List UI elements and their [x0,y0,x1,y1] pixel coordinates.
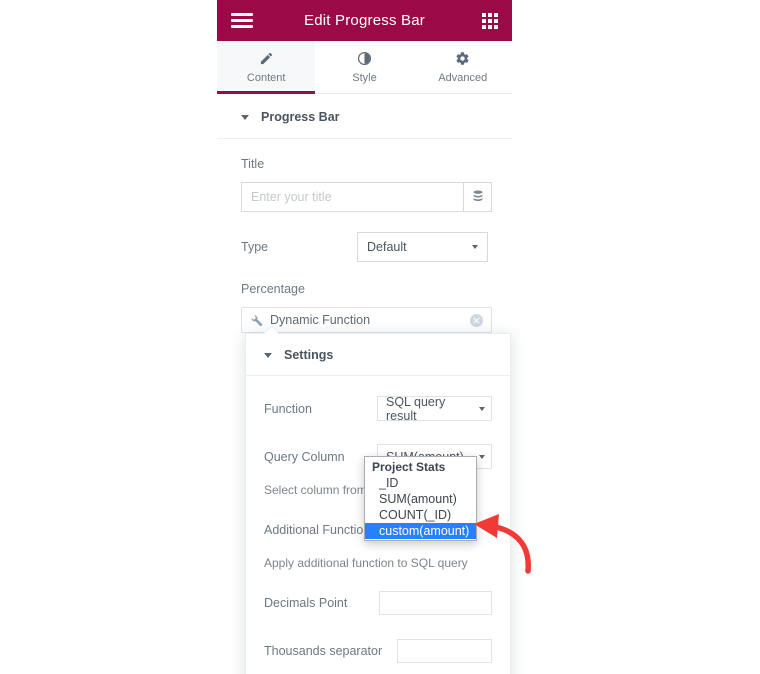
type-field-label: Type [241,240,269,254]
section-title: Progress Bar [261,110,340,124]
dynamic-function-value: Dynamic Function [270,313,371,327]
tab-content-label: Content [246,71,286,84]
percentage-field-block: Percentage Dynamic Function [217,262,512,333]
screenshot-root: Edit Progress Bar Content Style Advanced… [0,0,760,674]
caret-down-icon [241,114,249,120]
additional-function-hint: Apply additional function to SQL query [264,556,468,570]
decimals-point-label: Decimals Point [264,595,348,610]
database-icon[interactable] [463,182,492,212]
function-label: Function [264,401,312,416]
editor-tabs: Content Style Advanced [217,41,512,94]
thousands-separator-label: Thousands separator [264,643,383,658]
tab-style-label: Style [352,71,377,84]
dropdown-option-id[interactable]: _ID [365,475,476,491]
section-progress-bar[interactable]: Progress Bar [217,94,512,139]
dropdown-option-sum-amount[interactable]: SUM(amount) [365,491,476,507]
function-row: Function SQL query result [246,393,510,424]
decimals-point-input[interactable] [379,590,492,615]
caret-down-icon [264,352,272,358]
function-select-value: SQL query result [386,394,446,423]
tab-advanced-label: Advanced [438,71,488,84]
decimals-point-row: Decimals Point [246,587,510,618]
percentage-field-label: Percentage [241,282,305,296]
title-input-group [241,182,492,212]
query-column-label: Query Column [264,449,345,464]
function-select[interactable]: SQL query result [377,394,492,423]
dynamic-function-tag[interactable]: Dynamic Function [241,307,492,333]
dropdown-option-custom-amount[interactable]: custom(amount) [365,523,476,539]
caret-down-icon [479,454,485,459]
gear-icon [455,51,470,67]
title-field-label: Title [241,157,265,171]
hamburger-menu-icon[interactable] [231,10,253,31]
page-title: Edit Progress Bar [304,12,425,29]
apps-grid-icon[interactable] [482,12,498,29]
title-field-block: Title [217,139,512,212]
tab-advanced[interactable]: Advanced [413,41,512,93]
type-select-value: Default [367,240,407,254]
type-field-row: Type Default [217,212,512,262]
additional-function-label: Additional Function [264,522,371,537]
close-circle-icon[interactable] [470,313,483,327]
thousands-separator-row: Thousands separator [246,635,510,666]
thousands-separator-input[interactable] [397,638,492,663]
query-column-dropdown: Project Stats _ID SUM(amount) COUNT(_ID)… [364,456,477,541]
settings-popup-header[interactable]: Settings [246,334,510,376]
settings-popup-title: Settings [284,348,334,362]
caret-down-icon [472,245,478,249]
pencil-icon [259,51,274,67]
type-select[interactable]: Default [357,232,488,262]
title-input[interactable] [241,182,463,212]
wrench-icon [250,314,263,327]
dropdown-option-count-id[interactable]: COUNT(_ID) [365,507,476,523]
dropdown-group-label: Project Stats [372,460,446,474]
caret-down-icon [479,406,485,411]
contrast-icon [357,51,372,67]
tab-content[interactable]: Content [217,41,316,94]
tab-style[interactable]: Style [315,41,414,93]
panel-header: Edit Progress Bar [217,0,512,41]
popup-caret [263,326,278,334]
